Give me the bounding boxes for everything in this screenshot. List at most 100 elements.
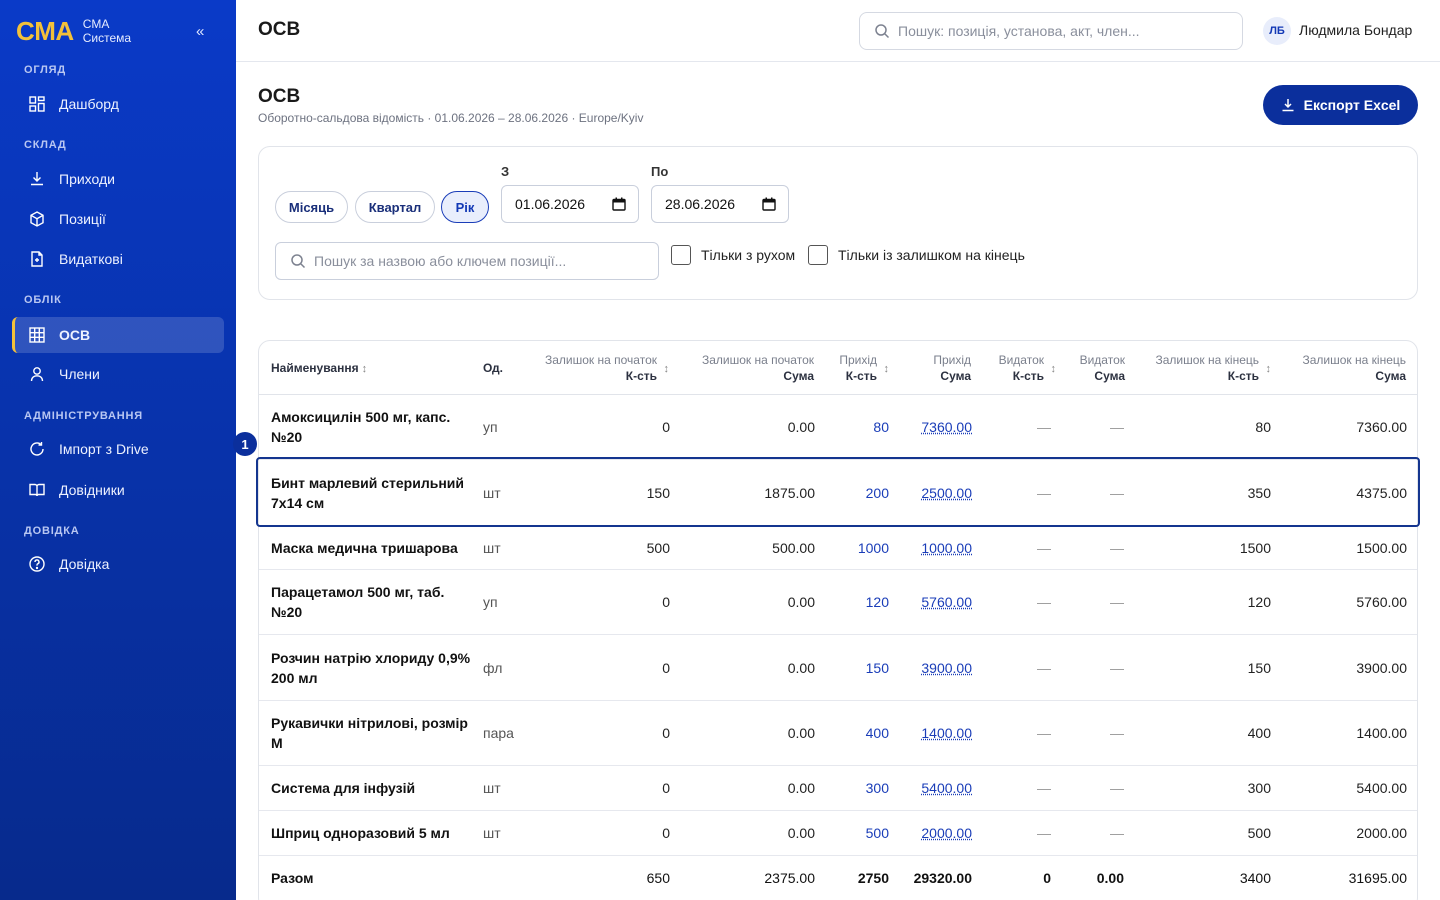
column-header-close-qty[interactable]: Залишок на кінець К-сть ↕: [1139, 352, 1272, 384]
period-quarter-button[interactable]: Квартал: [355, 191, 435, 223]
user-name[interactable]: Людмила Бондар: [1299, 22, 1412, 38]
section-title-accounting: ОБЛІК: [24, 294, 62, 306]
calendar-icon[interactable]: [612, 197, 626, 211]
global-search-input[interactable]: [898, 23, 1242, 39]
cell-in-qty[interactable]: 400: [866, 725, 889, 741]
cell-close-sum: 1400.00: [1356, 725, 1407, 741]
sidebar: CMA CMA Система « ОГЛЯД Дашборд СКЛАД Пр…: [0, 0, 236, 900]
export-excel-label: Експорт Excel: [1303, 97, 1401, 113]
only-end-balance-checkbox[interactable]: [808, 245, 828, 265]
cell-in-qty[interactable]: 80: [873, 419, 889, 435]
cell-in-sum[interactable]: 1400.00: [921, 725, 972, 741]
column-header-in-qty[interactable]: Прихід К-сть ↕: [829, 352, 889, 384]
avatar[interactable]: ЛБ: [1263, 17, 1291, 45]
table-row[interactable]: Бинт марлевий стерильний 7x14 см шт 150 187…: [259, 460, 1417, 526]
cell-in-qty[interactable]: 300: [866, 780, 889, 796]
global-search[interactable]: [859, 12, 1243, 50]
row-name: Розчин натрію хлориду 0,9% 200 мл: [271, 649, 471, 686]
sort-icon[interactable]: ↕: [664, 361, 670, 377]
box-icon: [28, 210, 46, 228]
table-row[interactable]: Парацетамол 500 мг, таб. №20 уп 0 0.00 120 57…: [259, 570, 1417, 635]
cell-in-sum[interactable]: 1000.00: [921, 540, 972, 556]
cell-in-qty[interactable]: 120: [866, 594, 889, 610]
cell-out-sum: —: [1110, 825, 1124, 841]
only-movement-checkbox[interactable]: [671, 245, 691, 265]
row-name: Система для інфузій: [271, 780, 416, 796]
row-unit: пара: [483, 725, 514, 741]
cell-open-sum: 0.00: [787, 419, 815, 435]
sidebar-item-help[interactable]: Довідка: [12, 546, 224, 582]
cell-open-qty: 0: [662, 780, 670, 796]
date-from-value: 01.06.2026: [515, 196, 586, 212]
cell-in-sum[interactable]: 7360.00: [921, 419, 972, 435]
sort-icon[interactable]: ↕: [1266, 361, 1272, 377]
cell-in-qty[interactable]: 200: [866, 485, 889, 501]
sidebar-item-expenses[interactable]: Видаткові: [12, 241, 224, 277]
cell-in-qty[interactable]: 150: [866, 660, 889, 676]
export-excel-button[interactable]: Експорт Excel: [1263, 85, 1418, 125]
sidebar-item-osv[interactable]: ОСВ: [12, 317, 224, 353]
only-movement-filter[interactable]: Тільки з рухом: [671, 245, 795, 265]
sidebar-item-receipts[interactable]: Приходи: [12, 161, 224, 197]
cell-close-qty: 350: [1247, 484, 1271, 501]
user-icon: [28, 365, 46, 383]
table-row[interactable]: Шприц одноразовий 5 мл шт 0 0.00 500 2000.00 —…: [259, 811, 1417, 856]
column-header-name[interactable]: Найменування ↕: [271, 360, 367, 377]
position-search-input[interactable]: [314, 253, 658, 269]
sidebar-item-label: Видаткові: [59, 251, 123, 267]
table-row[interactable]: Рукавички нітрилові, розмір M пара 0 0.00 40…: [259, 701, 1417, 766]
cell-in-sum[interactable]: 2000.00: [921, 825, 972, 841]
sidebar-item-directories[interactable]: Довідники: [12, 472, 224, 508]
period-year-button[interactable]: Рік: [441, 191, 489, 223]
cell-in-sum[interactable]: 5400.00: [921, 780, 972, 796]
cell-out-sum: —: [1110, 484, 1124, 501]
cell-open-sum: 0.00: [787, 725, 815, 741]
table-row[interactable]: Амоксицилін 500 мг, капс. №20 уп 0 0.00 80 73…: [259, 395, 1417, 460]
table-total-row: Разом 650 2375.00 2750 29320.00 0 0.00 3400 3169…: [259, 856, 1417, 900]
column-header-close-sum: Залишок на кінець Сума: [1279, 352, 1407, 384]
cell-close-qty: 80: [1255, 419, 1271, 435]
calendar-icon[interactable]: [762, 197, 776, 211]
cell-in-qty[interactable]: 1000: [858, 540, 889, 556]
sidebar-item-dashboard[interactable]: Дашборд: [12, 86, 224, 122]
cell-out-qty: —: [1037, 419, 1051, 435]
sidebar-item-label: Приходи: [59, 171, 115, 187]
column-header-top: Залишок на кінець: [1155, 353, 1260, 367]
sidebar-item-label: ОСВ: [59, 327, 91, 343]
cell-in-sum[interactable]: 2500.00: [921, 485, 972, 501]
period-month-button[interactable]: Місяць: [275, 191, 348, 223]
column-header-top: Видаток: [998, 353, 1044, 367]
position-search[interactable]: [275, 242, 659, 280]
table-row[interactable]: Система для інфузій шт 0 0.00 300 5400.00 — — 30…: [259, 766, 1417, 811]
date-from-field[interactable]: 01.06.2026: [501, 185, 639, 223]
cell-in-sum[interactable]: 5760.00: [921, 594, 972, 610]
sidebar-item-members[interactable]: Члени: [12, 356, 224, 392]
cell-close-sum: 5760.00: [1356, 594, 1407, 610]
cell-in-sum[interactable]: 3900.00: [921, 660, 972, 676]
sort-icon[interactable]: ↕: [1051, 361, 1057, 377]
sidebar-item-positions[interactable]: Позиції: [12, 201, 224, 237]
table-row[interactable]: Маска медична тришарова шт 500 500.00 1000 10…: [259, 526, 1417, 570]
column-header-out-qty[interactable]: Видаток К-сть ↕: [984, 352, 1056, 384]
only-end-balance-filter[interactable]: Тільки із залишком на кінець: [808, 245, 1025, 265]
cell-close-qty: 300: [1247, 780, 1271, 796]
cell-open-qty: 0: [662, 419, 670, 435]
cell-open-qty: 500: [646, 539, 670, 556]
date-to-field[interactable]: 28.06.2026: [651, 185, 789, 223]
column-header-open-qty[interactable]: Залишок на початок К-сть ↕: [519, 352, 669, 384]
cell-out-qty: —: [1037, 780, 1051, 796]
brand-line-1: CMA: [82, 17, 110, 31]
sort-icon[interactable]: ↕: [884, 361, 890, 377]
sort-icon[interactable]: ↕: [362, 363, 368, 375]
table-row[interactable]: Розчин натрію хлориду 0,9% 200 мл фл 0 0.00…: [259, 635, 1417, 701]
column-header-unit: Од.: [483, 360, 503, 376]
brand[interactable]: CMA CMA Система: [16, 16, 131, 46]
cell-close-sum: 5400.00: [1356, 780, 1407, 796]
cell-out-sum: —: [1110, 539, 1124, 556]
cell-in-qty[interactable]: 500: [866, 825, 889, 841]
cell-open-qty: 0: [662, 659, 670, 676]
row-unit: шт: [483, 539, 501, 556]
collapse-sidebar-button[interactable]: «: [196, 23, 204, 41]
sidebar-item-import[interactable]: Імпорт з Drive: [12, 431, 224, 467]
column-header-bottom: Сума: [1094, 369, 1125, 383]
